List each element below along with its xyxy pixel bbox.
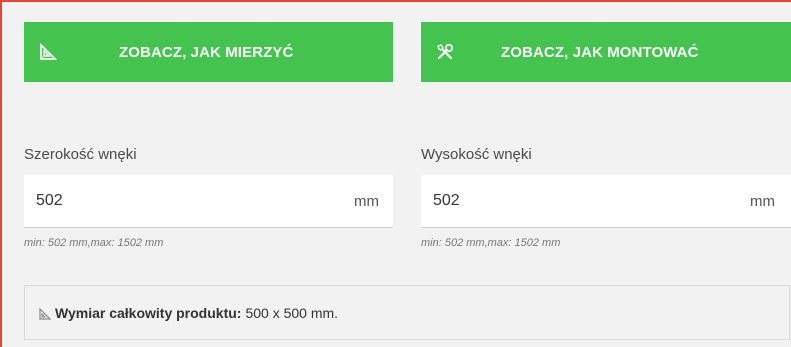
height-input-value: 502	[433, 192, 460, 209]
height-field-label: Wysokość wnęki	[421, 146, 532, 163]
total-dimension-info: Wymiar całkowity produktu: 500 x 500 mm.	[24, 285, 790, 340]
height-input[interactable]: 502 mm	[421, 175, 791, 228]
total-dimension-value: 500 x 500 mm.	[245, 304, 339, 321]
height-range-hint: min: 502 mm,max: 1502 mm	[421, 237, 561, 249]
how-to-mount-button[interactable]: ZOBACZ, JAK MONTOWAĆ	[421, 22, 791, 82]
how-to-measure-button[interactable]: ZOBACZ, JAK MIERZYĆ	[24, 22, 393, 82]
how-to-measure-label: ZOBACZ, JAK MIERZYĆ	[119, 43, 294, 61]
width-field-label: Szerokość wnęki	[24, 146, 137, 163]
width-input[interactable]: 502 mm	[24, 175, 393, 228]
width-range-hint: min: 502 mm,max: 1502 mm	[24, 237, 164, 249]
width-unit: mm	[354, 192, 379, 210]
tools-icon	[435, 42, 455, 62]
width-input-value: 502	[36, 192, 63, 209]
how-to-mount-label: ZOBACZ, JAK MONTOWAĆ	[501, 43, 699, 61]
height-unit: mm	[750, 192, 775, 210]
triangle-ruler-icon	[39, 307, 52, 320]
total-dimension-label: Wymiar całkowity produktu:	[55, 304, 242, 321]
triangle-ruler-icon	[38, 42, 58, 62]
